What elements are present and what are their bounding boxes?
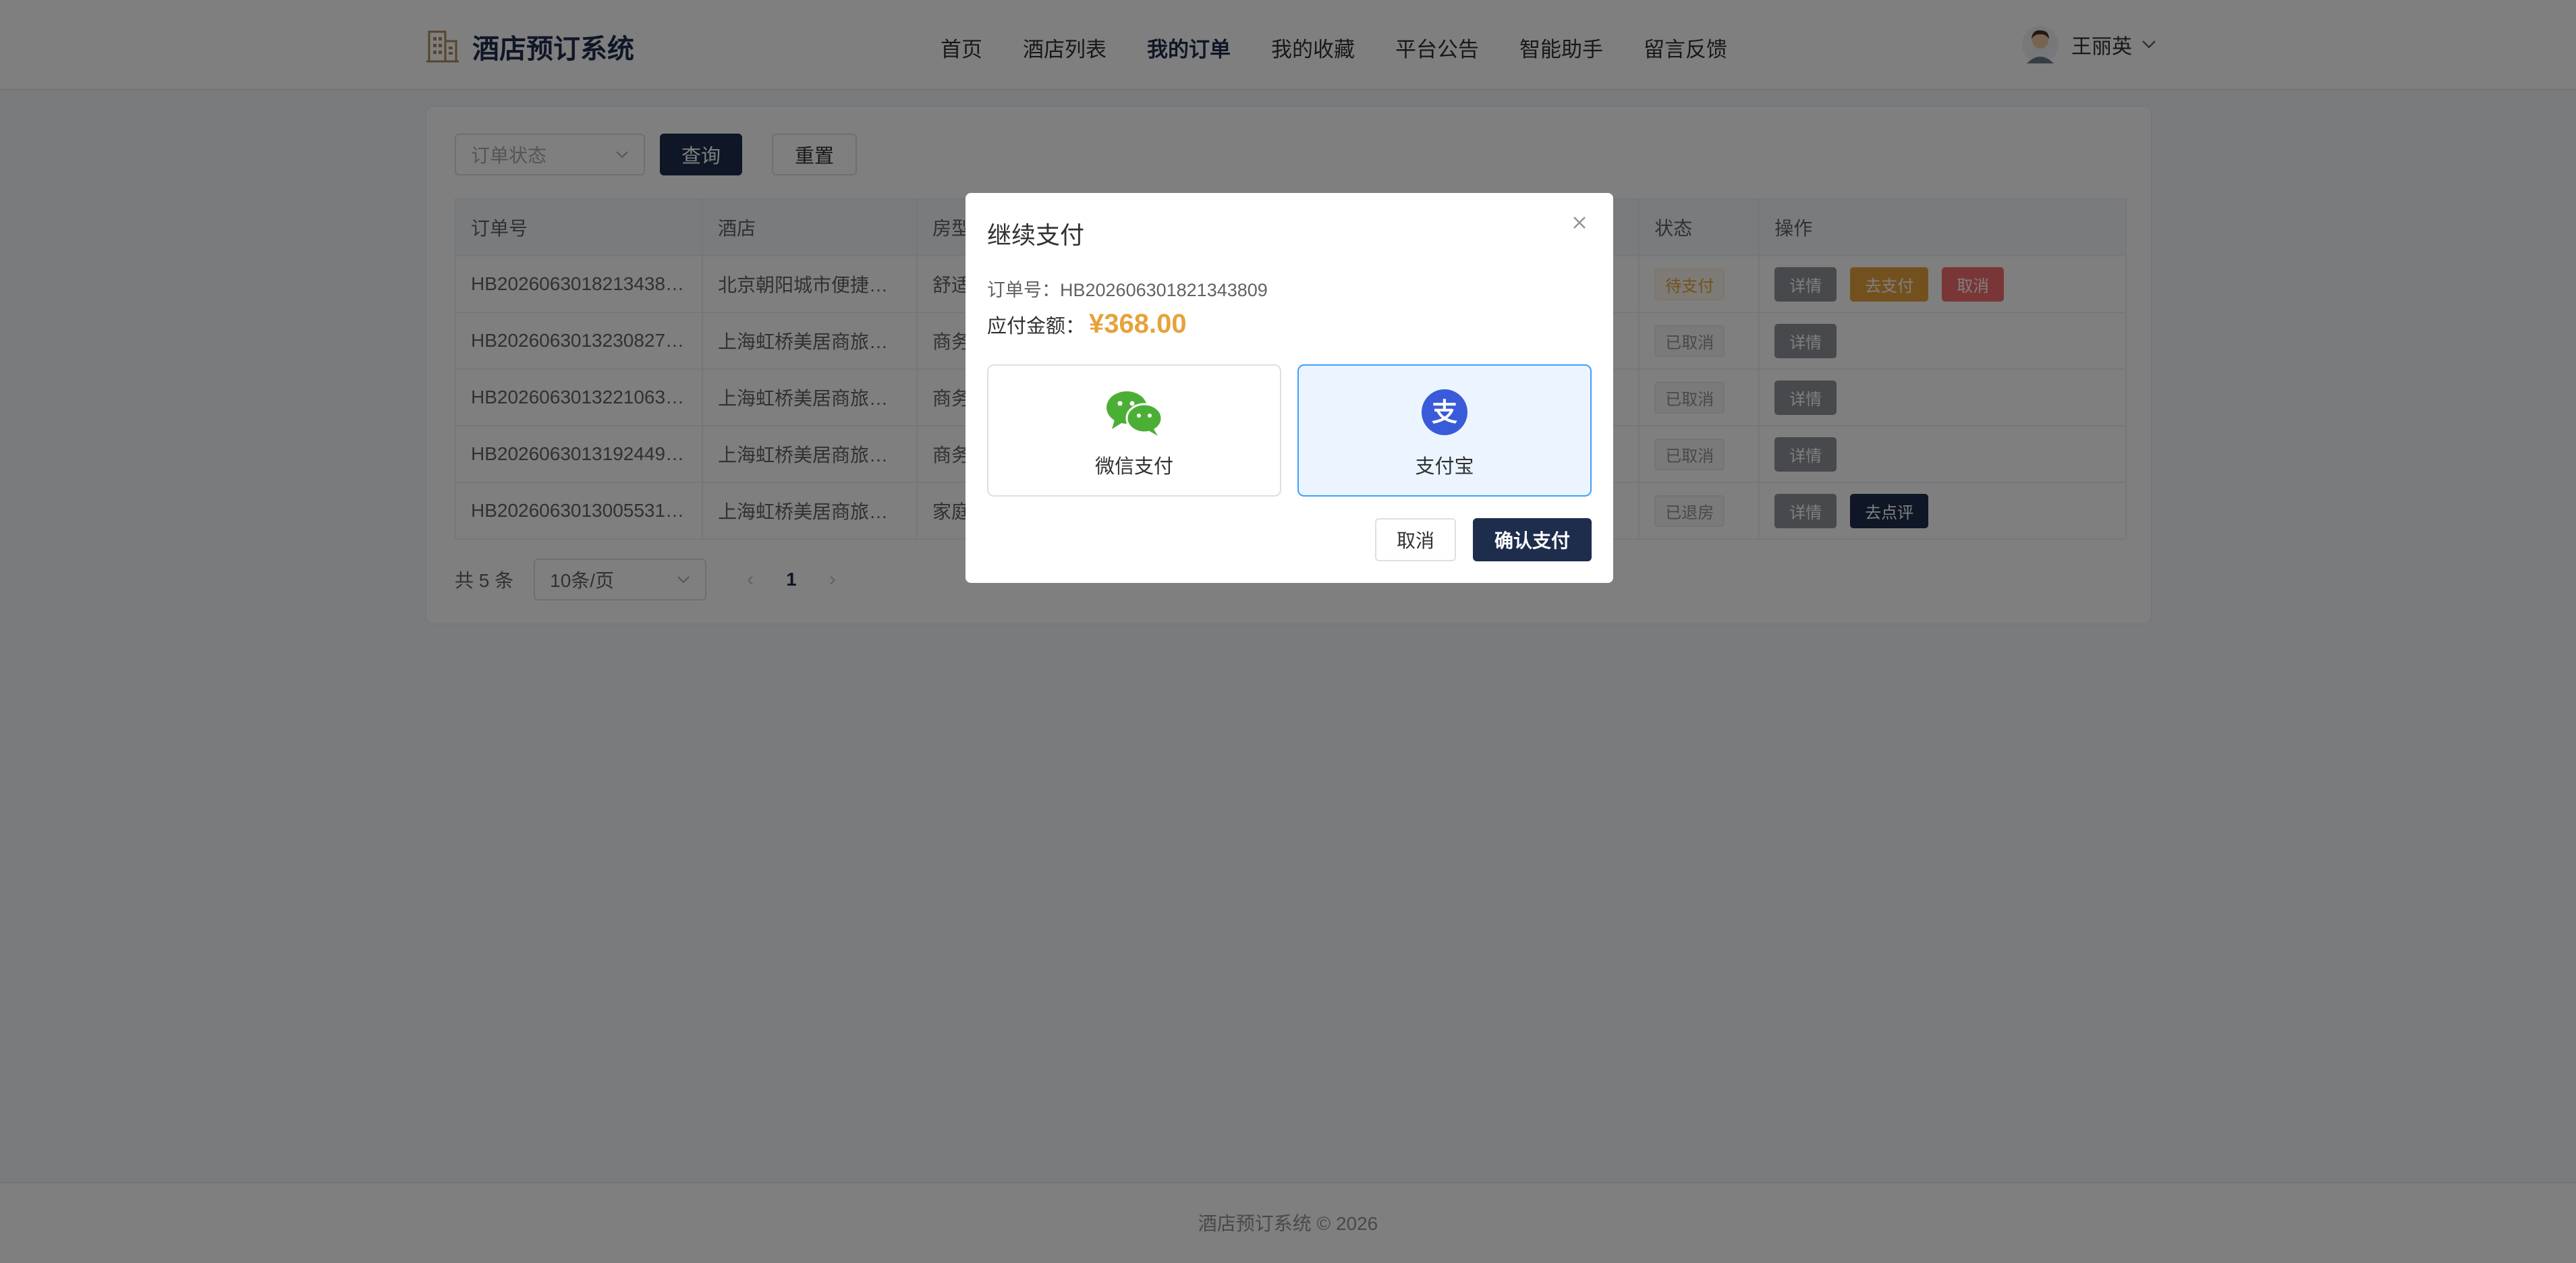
alipay-icon: 支 bbox=[1422, 389, 1467, 435]
alipay-option[interactable]: 支 支付宝 bbox=[1297, 364, 1592, 497]
close-icon[interactable] bbox=[1570, 213, 1589, 232]
confirm-pay-button[interactable]: 确认支付 bbox=[1473, 518, 1592, 561]
wechat-pay-label: 微信支付 bbox=[1094, 456, 1173, 478]
payment-dialog: 继续支付 订单号：HB202606301821343809 应付金额： ¥368… bbox=[965, 193, 1613, 583]
alipay-label: 支付宝 bbox=[1415, 456, 1474, 478]
order-number-line: 订单号：HB202606301821343809 bbox=[987, 280, 1268, 300]
amount-line: 应付金额： ¥368.00 bbox=[987, 309, 1187, 339]
amount-value: ¥368.00 bbox=[1089, 309, 1187, 339]
wechat-pay-icon bbox=[1107, 391, 1163, 436]
svg-text:支: 支 bbox=[1432, 397, 1457, 427]
wechat-pay-option[interactable]: 微信支付 bbox=[987, 364, 1281, 497]
cancel-button[interactable]: 取消 bbox=[1375, 518, 1456, 561]
dialog-title: 继续支付 bbox=[987, 221, 1085, 249]
modal-overlay[interactable] bbox=[0, 0, 2576, 1263]
amount-label: 应付金额： bbox=[987, 316, 1086, 337]
